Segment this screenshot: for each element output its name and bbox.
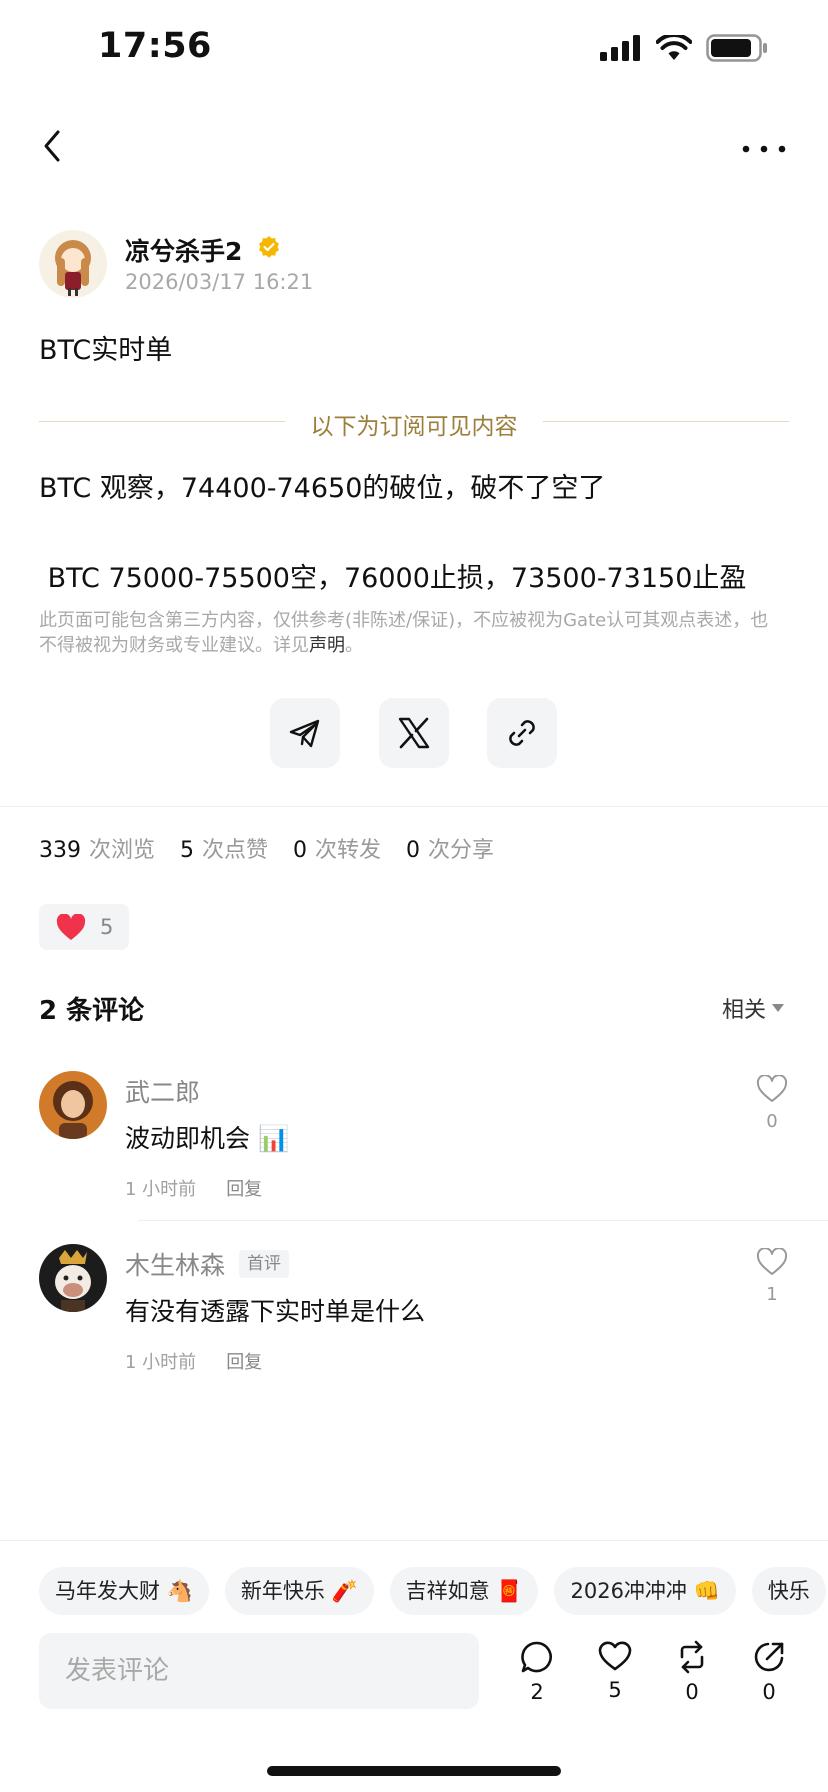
status-time: 17:56	[98, 26, 212, 66]
post-stats: 339 次浏览 5 次点赞 0 次转发 0 次分享	[39, 832, 512, 864]
heart-outline-icon	[756, 1247, 788, 1275]
reply-button[interactable]: 回复	[226, 1352, 262, 1373]
repost-icon	[680, 1640, 704, 1674]
heart-filled-icon	[56, 913, 86, 940]
bull-avatar-icon	[39, 1244, 107, 1312]
views-count: 339	[39, 838, 81, 863]
more-button[interactable]	[738, 122, 790, 162]
post-body-line-1: BTC 观察，74400-74650的破位，破不了空了	[39, 473, 606, 504]
comment-input[interactable]	[39, 1633, 479, 1709]
heart-outline-icon	[756, 1074, 788, 1102]
views-label: 次浏览	[89, 838, 156, 863]
commenter-name[interactable]: 木生林森	[125, 1246, 225, 1282]
comment-action-button[interactable]: 2	[512, 1640, 562, 1704]
likes-count: 5	[180, 838, 195, 863]
post-date: 2026/03/17 16:21	[125, 270, 314, 294]
author-header: 凉兮杀手2 2026/03/17 16:21	[39, 230, 739, 300]
comment-text: 波动即机会 📊	[125, 1124, 290, 1153]
telegram-icon	[289, 719, 320, 748]
sort-label: 相关	[721, 998, 766, 1023]
bottom-bar-divider	[0, 1540, 828, 1541]
quick-reply-chip[interactable]: 2026冲冲冲 👊	[554, 1567, 736, 1615]
comment-time: 1 小时前	[125, 1352, 197, 1373]
disclaimer-end: 。	[345, 635, 363, 656]
first-comment-badge: 首评	[239, 1250, 289, 1278]
nav-bar	[0, 118, 828, 174]
verified-badge-icon	[259, 236, 279, 258]
comments-header: 2 条评论	[39, 996, 145, 1026]
link-icon	[509, 720, 535, 746]
shares-count: 0	[406, 838, 421, 863]
comment-text: 有没有透露下实时单是什么	[125, 1297, 426, 1326]
reaction-count: 5	[100, 915, 114, 939]
reply-button[interactable]: 回复	[226, 1179, 262, 1200]
share-x-button[interactable]	[379, 698, 449, 768]
like-action-button[interactable]: 5	[590, 1640, 640, 1702]
quick-reply-chip[interactable]: 马年发大财 🐴	[39, 1567, 209, 1615]
comment-like-button[interactable]: 0	[755, 1074, 789, 1132]
author-avatar[interactable]	[39, 230, 107, 298]
like-action-count: 5	[608, 1678, 622, 1702]
heart-reaction-chip[interactable]: 5	[39, 904, 129, 950]
commenter-name[interactable]: 武二郎	[125, 1073, 200, 1109]
woman-avatar-icon	[39, 1071, 107, 1139]
disclaimer-link[interactable]: 声明	[309, 635, 345, 656]
share-icon	[754, 1642, 784, 1672]
comment-item: 木生林森 首评 有没有透露下实时单是什么 1 小时前 回复 1	[39, 1244, 789, 1394]
more-dots-icon	[742, 145, 786, 153]
signal-icon	[600, 35, 640, 61]
comment-like-count: 1	[766, 1284, 778, 1305]
commenter-avatar[interactable]	[39, 1244, 107, 1312]
shares-label: 次分享	[428, 838, 495, 863]
share-row	[0, 698, 828, 768]
quick-reply-chip[interactable]: 新年快乐 🧨	[224, 1567, 374, 1615]
status-icons	[600, 34, 768, 62]
comment-divider	[138, 1220, 828, 1221]
share-action-button[interactable]: 0	[744, 1640, 794, 1704]
comment-bubble-icon	[521, 1641, 552, 1673]
author-name[interactable]: 凉兮杀手2	[125, 232, 242, 268]
back-button[interactable]	[38, 126, 68, 166]
disclaimer-text: 此页面可能包含第三方内容，仅供参考(非陈述/保证)，不应被视为Gate认可其观点…	[39, 610, 769, 656]
share-telegram-button[interactable]	[270, 698, 340, 768]
comment-action-count: 2	[530, 1680, 544, 1704]
wifi-icon	[656, 35, 692, 60]
copy-link-button[interactable]	[487, 698, 557, 768]
comment-meta: 1 小时前 回复	[125, 1175, 262, 1201]
comment-item: 武二郎 波动即机会 📊 1 小时前 回复 0	[39, 1071, 789, 1221]
disclaimer: 此页面可能包含第三方内容，仅供参考(非陈述/保证)，不应被视为Gate认可其观点…	[39, 608, 779, 658]
quick-reply-chips: 马年发大财 🐴 新年快乐 🧨 吉祥如意 🧧 2026冲冲冲 👊 快乐	[39, 1567, 828, 1615]
section-divider	[0, 806, 828, 807]
quick-reply-chip[interactable]: 吉祥如意 🧧	[389, 1567, 539, 1615]
sort-dropdown[interactable]: 相关	[722, 992, 784, 1024]
reposts-count: 0	[293, 838, 308, 863]
repost-action-button[interactable]: 0	[667, 1640, 717, 1704]
post-title: BTC实时单	[39, 335, 173, 366]
status-bar: 17:56	[0, 0, 828, 100]
x-icon	[398, 717, 430, 749]
chevron-left-icon	[44, 130, 60, 162]
battery-icon	[706, 34, 767, 62]
heart-outline-icon	[598, 1641, 632, 1671]
anime-avatar-icon	[39, 230, 107, 298]
likes-label: 次点赞	[202, 838, 269, 863]
comment-time: 1 小时前	[125, 1179, 197, 1200]
post-body-line-2: BTC 75000-75500空，76000止损，73500-73150止盈	[39, 563, 747, 594]
comment-like-button[interactable]: 1	[755, 1247, 789, 1305]
share-action-count: 0	[762, 1680, 776, 1704]
home-indicator	[267, 1766, 561, 1776]
reposts-label: 次转发	[315, 838, 382, 863]
repost-action-count: 0	[685, 1680, 699, 1704]
comment-like-count: 0	[766, 1111, 778, 1132]
divider-label: 以下为订阅可见内容	[310, 414, 518, 440]
commenter-avatar[interactable]	[39, 1071, 107, 1139]
subscription-divider: 以下为订阅可见内容	[39, 405, 789, 440]
caret-down-icon	[772, 1004, 784, 1012]
comment-meta: 1 小时前 回复	[125, 1348, 262, 1374]
quick-reply-chip[interactable]: 快乐	[751, 1567, 826, 1615]
